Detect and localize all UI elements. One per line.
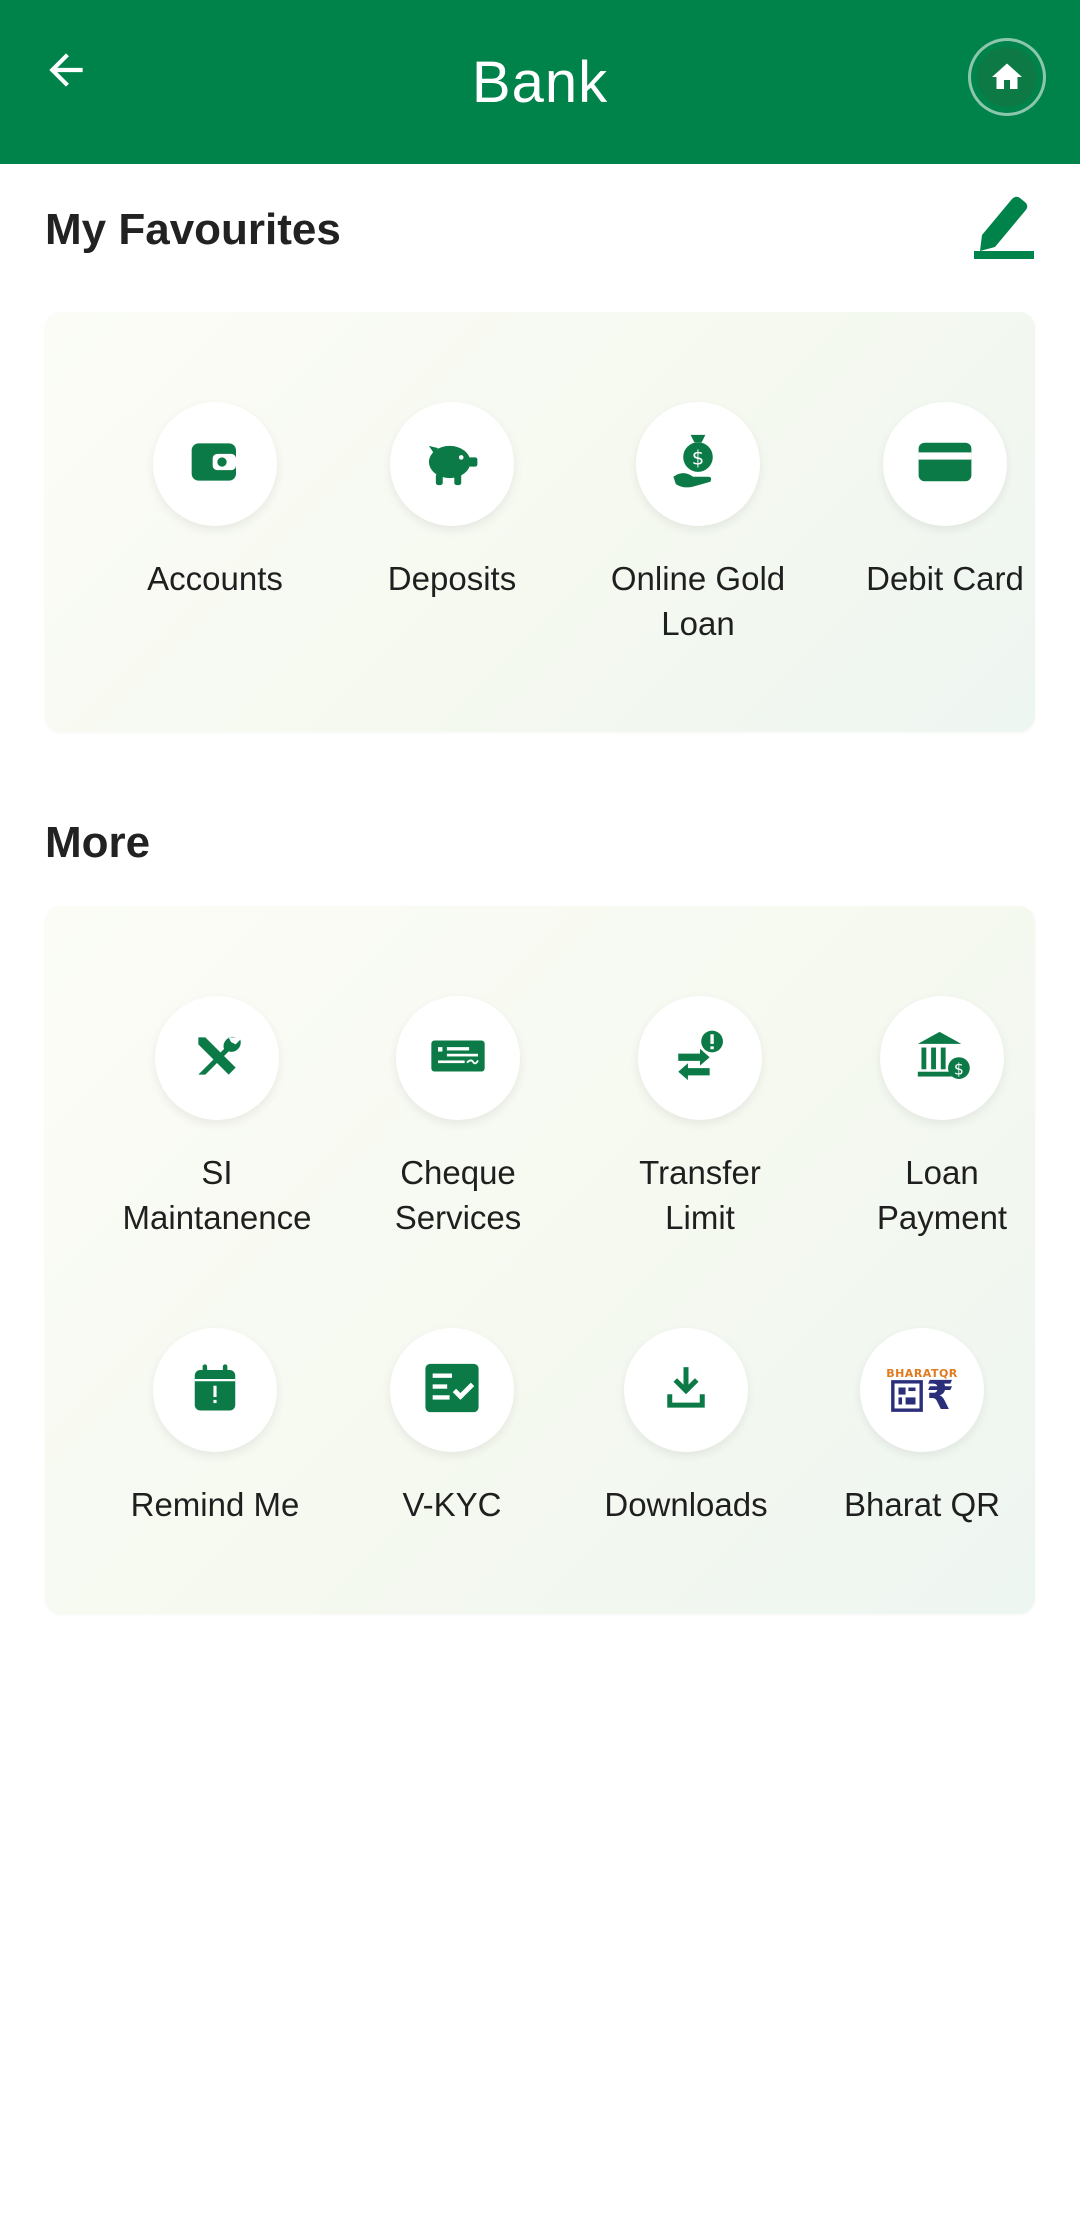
home-button[interactable] — [968, 38, 1046, 116]
tile-label: Bharat QR — [844, 1486, 1000, 1523]
tools-icon — [189, 1028, 245, 1089]
bharat-qr-icon: BHARATQR ₹ — [886, 1366, 958, 1419]
tile-debit-card[interactable]: Debit Card — [825, 402, 1065, 601]
favourites-card: Accounts Deposits $ Online Gold Loan Deb… — [45, 312, 1035, 732]
page-title: Bank — [471, 49, 609, 115]
cheque-icon — [429, 1036, 487, 1081]
tile-deposits[interactable]: Deposits — [332, 402, 572, 601]
piggy-bank-icon — [422, 434, 482, 495]
tile-label: Debit Card — [866, 560, 1024, 597]
tile-label: Online Gold Loan — [610, 560, 786, 642]
tile-v-kyc[interactable]: V-KYC — [332, 1328, 572, 1527]
transfer-limit-icon — [671, 1027, 729, 1090]
arrow-left-icon — [41, 45, 91, 100]
checklist-icon — [423, 1361, 481, 1420]
more-card: SI Maintanence Cheque Services Transfer … — [45, 906, 1035, 1614]
favourites-section-title: My Favourites — [45, 205, 341, 254]
wallet-icon — [187, 434, 243, 495]
more-section-title: More — [45, 818, 151, 867]
tile-label: Transfer Limit — [639, 1154, 761, 1236]
tile-label: V-KYC — [402, 1486, 502, 1523]
tile-cheque-services[interactable]: Cheque Services — [338, 996, 578, 1240]
tile-online-gold-loan[interactable]: $ Online Gold Loan — [578, 402, 818, 646]
card-icon — [916, 438, 974, 491]
tile-label: Downloads — [604, 1486, 768, 1523]
back-button[interactable] — [30, 36, 102, 108]
tile-label: Cheque Services — [394, 1154, 522, 1236]
tile-label: Deposits — [387, 560, 517, 597]
tile-si-maintanence[interactable]: SI Maintanence — [97, 996, 337, 1240]
calendar-alert-icon — [189, 1361, 241, 1420]
tile-bharat-qr[interactable]: BHARATQR ₹ Bharat QR — [802, 1328, 1042, 1527]
tile-label: Accounts — [147, 560, 283, 597]
home-icon — [977, 47, 1037, 107]
svg-text:$: $ — [692, 446, 705, 469]
tile-accounts[interactable]: Accounts — [95, 402, 335, 601]
svg-text:$: $ — [954, 1059, 964, 1078]
download-icon — [661, 1363, 711, 1418]
tile-downloads[interactable]: Downloads — [566, 1328, 806, 1527]
money-bag-hand-icon: $ — [668, 430, 728, 499]
tile-remind-me[interactable]: Remind Me — [95, 1328, 335, 1527]
edit-favourites-button[interactable] — [968, 190, 1040, 262]
bank-building-icon: $ — [912, 1027, 972, 1090]
tile-loan-payment[interactable]: $ Loan Payment — [822, 996, 1062, 1240]
tile-label: Remind Me — [130, 1486, 300, 1523]
tile-label: Loan Payment — [876, 1154, 1008, 1236]
tile-label: SI Maintanence — [122, 1154, 312, 1236]
pencil-icon — [972, 189, 1036, 264]
app-header: Bank — [0, 0, 1080, 164]
tile-transfer-limit[interactable]: Transfer Limit — [580, 996, 820, 1240]
